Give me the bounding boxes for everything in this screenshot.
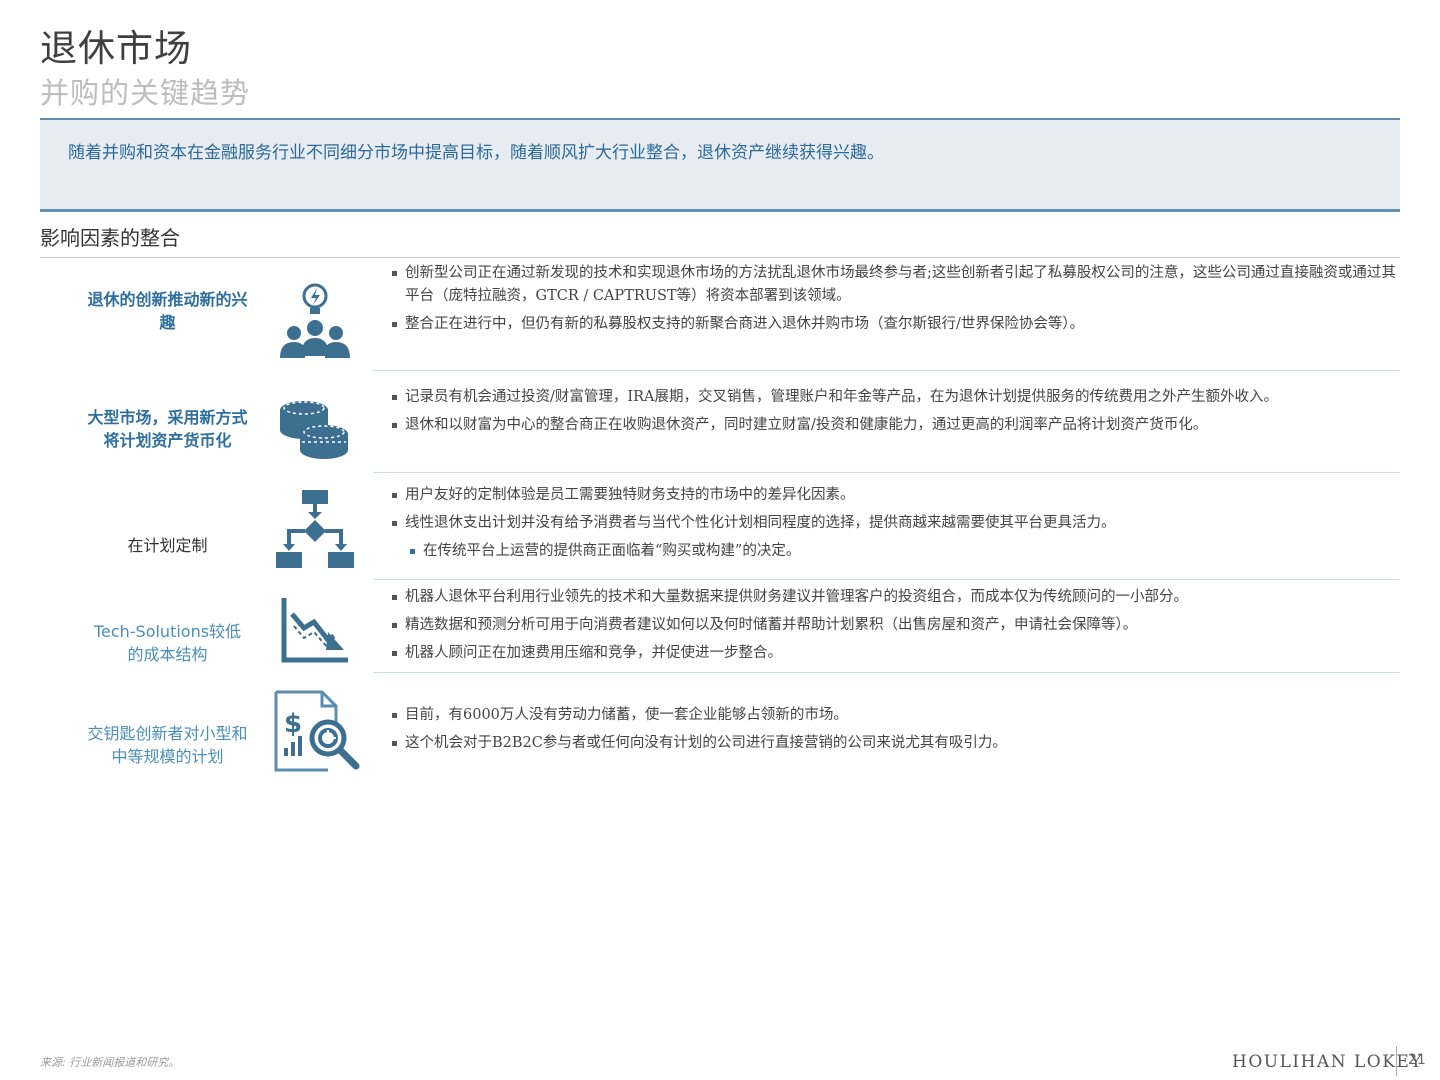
source-note: 来源: 行业新闻报道和研究。 [40,1056,180,1069]
factor-label-line: 趣 [159,313,176,332]
bullet-list: 目前，有6000万人没有劳动力储蓄，使一套企业能够占领新的市场。 这个机会对于B… [392,704,1402,760]
factor-row-turnkey: 交钥匙创新者对小型和 中等规模的计划 $ 目前，有6000万人没有劳动力储蓄，使… [40,672,1400,782]
page-subtitle: 并购的关键趋势 [40,76,251,110]
footer-divider [1396,1046,1397,1076]
bullet-list: 创新型公司正在通过新发现的技术和实现退休市场的方法扰乱退休市场最终参与者;这些创… [392,262,1402,341]
factor-label: 大型市场，采用新方式 将计划资产货币化 [60,406,275,452]
brand-logo: HOULIHAN LOKEY [1232,1052,1424,1072]
section-heading: 影响因素的整合 [40,226,180,250]
factor-row-customization: 在计划定制 用户友好的定制体验是员工需要独特财务支持的市场中的差异化因素。 线性… [40,472,1400,580]
factor-label-line: 退休的创新推动新的兴 [87,290,248,309]
row-divider [373,370,1400,371]
financial-report-search-icon: $ [272,686,364,778]
summary-callout: 随着并购和资本在金融服务行业不同细分市场中提高目标，随着顺风扩大行业整合，退休资… [40,118,1400,212]
lightbulb-people-icon [272,278,358,364]
bullet-item: 记录员有机会通过投资/财富管理，IRA展期，交叉销售，管理账户和年金等产品，在为… [392,386,1402,409]
bullet-item: 用户友好的定制体验是员工需要独特财务支持的市场中的差异化因素。 [392,484,1402,507]
factor-label: 交钥匙创新者对小型和 中等规模的计划 [60,722,275,768]
declining-chart-icon [272,588,358,674]
bullet-list: 机器人退休平台利用行业领先的技术和大量数据来提供财务建议并管理客户的投资组合，而… [392,586,1402,670]
bullet-list: 用户友好的定制体验是员工需要独特财务支持的市场中的差异化因素。 线性退休支出计划… [392,484,1402,568]
bullet-item: 这个机会对于B2B2C参与者或任何向没有计划的公司进行直接营销的公司来说尤其有吸… [392,732,1402,755]
factor-label: Tech-Solutions较低 的成本结构 [60,620,275,666]
factor-label: 退休的创新推动新的兴 趣 [60,288,275,334]
page-number: 21 [1408,1052,1426,1068]
bullet-item: 机器人顾问正在加速费用压缩和竞争，并促使进一步整合。 [392,642,1402,665]
bullet-item: 线性退休支出计划并没有给予消费者与当代个性化计划相同程度的选择，提供商越来越需要… [392,512,1402,535]
coin-stacks-icon [272,384,358,470]
page-title: 退休市场 [40,27,192,70]
bullet-list: 记录员有机会通过投资/财富管理，IRA展期，交叉销售，管理账户和年金等产品，在为… [392,386,1402,442]
section-divider [40,257,1400,258]
factor-label-line: 交钥匙创新者对小型和 [87,724,248,743]
factor-row-innovation: 退休的创新推动新的兴 趣 创新型公司正在通过新发现的技术和实现退休市场的方法扰乱… [40,260,1400,372]
factor-label-line: 大型市场，采用新方式 [87,408,248,427]
bullet-item: 目前，有6000万人没有劳动力储蓄，使一套企业能够占领新的市场。 [392,704,1402,727]
factor-label: 在计划定制 [60,534,275,557]
factor-label-line: 将计划资产货币化 [103,431,232,450]
factor-label-line: 中等规模的计划 [111,747,224,766]
callout-text: 随着并购和资本在金融服务行业不同细分市场中提高目标，随着顺风扩大行业整合，退休资… [68,143,884,163]
factor-label-line: 的成本结构 [127,645,208,664]
factor-label-line: 在计划定制 [127,536,208,555]
factor-row-monetize: 大型市场，采用新方式 将计划资产货币化 记录员有机会通过投资/财富管理，IRA展… [40,372,1402,473]
factor-row-tech-solutions: Tech-Solutions较低 的成本结构 机器人退休平台利用行业领先的技术和… [40,580,1402,674]
decision-flowchart-icon [272,486,358,572]
bullet-item: 机器人退休平台利用行业领先的技术和大量数据来提供财务建议并管理客户的投资组合，而… [392,586,1402,609]
bullet-item: 退休和以财富为中心的整合商正在收购退休资产，同时建立财富/投资和健康能力，通过更… [392,414,1402,437]
bullet-item: 创新型公司正在通过新发现的技术和实现退休市场的方法扰乱退休市场最终参与者;这些创… [392,262,1402,308]
svg-text:$: $ [284,709,302,739]
bullet-item: 整合正在进行中，但仍有新的私募股权支持的新聚合商进入退休并购市场（查尔斯银行/世… [392,313,1402,336]
factor-label-line: Tech-Solutions较低 [93,622,242,641]
sub-bullet-item: 在传统平台上运营的提供商正面临着“购买或构建”的决定。 [410,540,1402,563]
bullet-item: 精选数据和预测分析可用于向消费者建议如何以及何时储蓄并帮助计划累积（出售房屋和资… [392,614,1402,637]
